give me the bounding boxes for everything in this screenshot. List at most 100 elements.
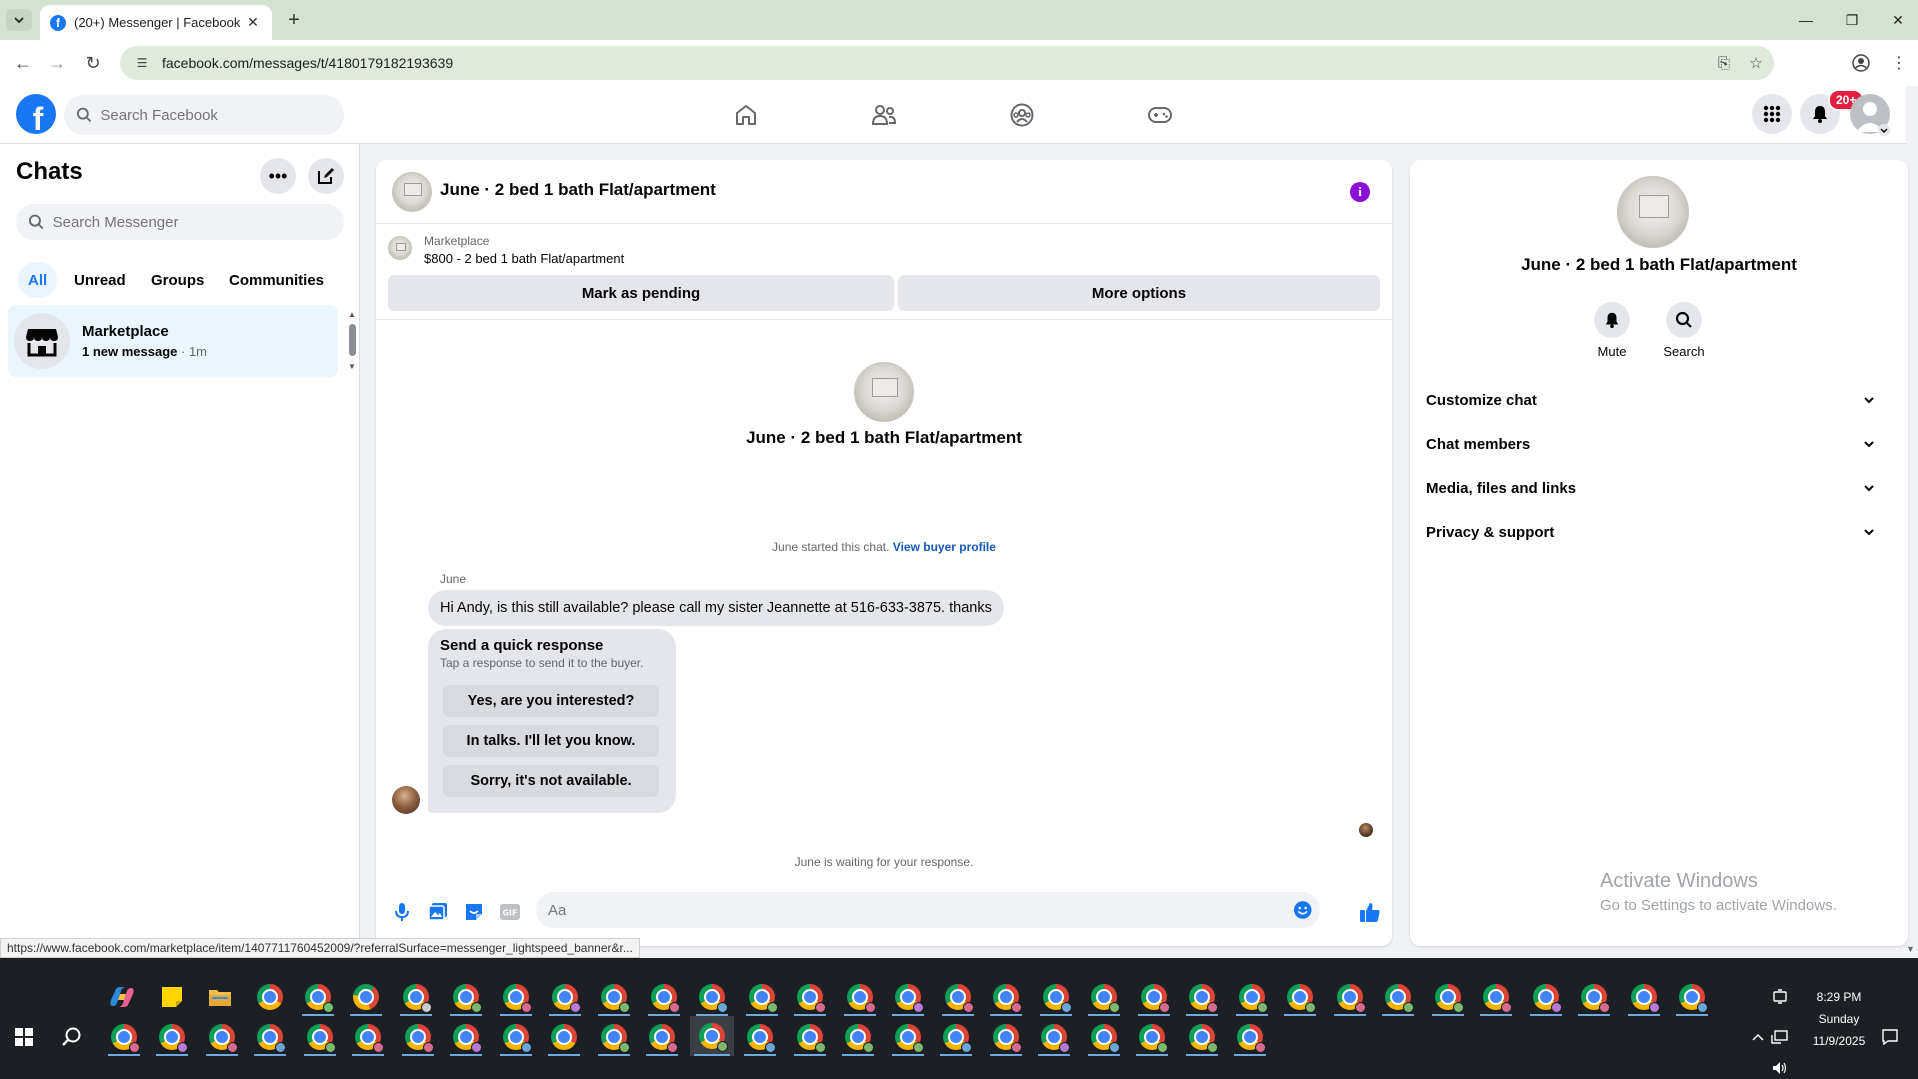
chrome-window-active-icon[interactable]	[690, 1016, 734, 1056]
new-message-button[interactable]	[308, 158, 344, 194]
media-files-links-section[interactable]: Media, files and links	[1426, 470, 1876, 506]
chrome-window-icon[interactable]	[496, 1018, 536, 1056]
conversation-info-icon[interactable]: i	[1350, 182, 1370, 202]
chat-members-section[interactable]: Chat members	[1426, 426, 1876, 462]
chrome-window-icon[interactable]	[742, 978, 782, 1016]
nav-home[interactable]	[716, 94, 776, 136]
customize-chat-section[interactable]: Customize chat	[1426, 382, 1876, 418]
listing-description[interactable]: $800 - 2 bed 1 bath Flat/apartment	[424, 251, 624, 266]
facebook-logo-icon[interactable]: f	[16, 94, 56, 134]
chrome-app-alt-icon[interactable]	[346, 978, 386, 1016]
message-bubble[interactable]: Hi Andy, is this still available? please…	[428, 590, 1004, 626]
nav-gaming[interactable]	[1130, 94, 1190, 136]
chrome-window-icon[interactable]	[840, 978, 880, 1016]
forward-button[interactable]: →	[44, 51, 70, 75]
filter-communities[interactable]: Communities	[219, 262, 334, 298]
message-input[interactable]	[548, 901, 1293, 919]
omnibox[interactable]: ☰ facebook.com/messages/t/41801791821936…	[120, 46, 1774, 80]
chrome-window-icon[interactable]	[1378, 978, 1418, 1016]
chrome-window-icon[interactable]	[104, 1018, 144, 1056]
mark-as-pending-button[interactable]: Mark as pending	[388, 275, 894, 311]
chrome-window-icon[interactable]	[398, 1018, 438, 1056]
bookmark-star-icon[interactable]: ☆	[1742, 51, 1770, 75]
quick-response-not-available[interactable]: Sorry, it's not available.	[443, 765, 659, 797]
mute-action[interactable]: Mute	[1572, 302, 1652, 359]
chrome-window-icon[interactable]	[446, 978, 486, 1016]
filter-groups[interactable]: Groups	[141, 262, 214, 298]
back-button[interactable]: ←	[10, 51, 36, 75]
network-icon[interactable]	[1762, 1018, 1798, 1056]
listing-thumbnail[interactable]	[392, 172, 432, 212]
tray-device-icon[interactable]	[1762, 978, 1798, 1016]
chrome-window-icon[interactable]	[250, 1018, 290, 1056]
copilot-app-icon[interactable]	[102, 978, 142, 1016]
info-listing-avatar[interactable]	[1617, 176, 1689, 248]
reload-button[interactable]: ↻	[80, 51, 106, 75]
chrome-window-icon[interactable]	[1182, 1018, 1222, 1056]
like-button[interactable]	[1358, 900, 1382, 924]
taskbar-search-button[interactable]	[52, 1018, 92, 1056]
url-text[interactable]: facebook.com/messages/t/4180179182193639	[162, 55, 1710, 71]
chrome-window-icon[interactable]	[545, 978, 585, 1016]
quick-response-in-talks[interactable]: In talks. I'll let you know.	[443, 725, 659, 757]
nav-groups[interactable]	[992, 94, 1052, 136]
emoji-icon[interactable]	[1293, 900, 1312, 920]
chrome-window-icon[interactable]	[838, 1018, 878, 1056]
chrome-window-icon[interactable]	[300, 1018, 340, 1056]
chrome-profile-app-icon[interactable]	[298, 978, 338, 1016]
scroll-down-icon[interactable]: ▼	[348, 362, 356, 371]
chrome-window-icon[interactable]	[348, 1018, 388, 1056]
chrome-window-icon[interactable]	[936, 1018, 976, 1056]
chrome-window-icon[interactable]	[152, 1018, 192, 1056]
sticker-button[interactable]	[462, 900, 486, 924]
close-tab-icon[interactable]: ✕	[244, 14, 262, 31]
chrome-window-icon[interactable]	[1084, 978, 1124, 1016]
facebook-search-input[interactable]	[100, 106, 344, 124]
chrome-window-icon[interactable]	[938, 978, 978, 1016]
privacy-support-section[interactable]: Privacy & support	[1426, 514, 1876, 550]
install-app-icon[interactable]: ⎘	[1710, 51, 1738, 75]
chrome-window-icon[interactable]	[594, 978, 634, 1016]
chrome-window-icon[interactable]	[692, 978, 732, 1016]
chrome-window-icon[interactable]	[1624, 978, 1664, 1016]
chrome-window-icon[interactable]	[1034, 1018, 1074, 1056]
conversation-title[interactable]: June · 2 bed 1 bath Flat/apartment	[440, 180, 716, 200]
chrome-window-icon[interactable]	[1084, 1018, 1124, 1056]
mute-button[interactable]	[1594, 302, 1630, 338]
close-window-button[interactable]: ✕	[1878, 8, 1918, 32]
account-chevron-icon[interactable]	[1878, 124, 1890, 136]
new-tab-button[interactable]: +	[282, 8, 306, 32]
chrome-window-icon[interactable]	[1036, 978, 1076, 1016]
chrome-window-icon[interactable]	[1232, 978, 1272, 1016]
chrome-window-icon[interactable]	[790, 1018, 830, 1056]
chrome-window-icon[interactable]	[544, 1018, 584, 1056]
chrome-window-icon[interactable]	[446, 1018, 486, 1056]
messenger-search-input[interactable]	[52, 213, 344, 231]
search-action[interactable]: Search	[1644, 302, 1724, 359]
chat-options-button[interactable]: •••	[260, 158, 296, 194]
chat-list-item[interactable]: Marketplace 1 new message · 1m	[8, 305, 338, 377]
file-explorer-app-icon[interactable]	[200, 978, 240, 1016]
search-in-chat-button[interactable]	[1666, 302, 1702, 338]
chrome-window-icon[interactable]	[496, 978, 536, 1016]
sender-avatar[interactable]	[392, 786, 420, 814]
chrome-window-icon[interactable]	[1230, 1018, 1270, 1056]
chrome-window-icon[interactable]	[1132, 1018, 1172, 1056]
view-buyer-profile-link[interactable]: View buyer profile	[893, 540, 996, 554]
restore-window-button[interactable]: ❐	[1832, 8, 1872, 32]
tab-search-button[interactable]	[6, 9, 32, 31]
scroll-up-icon[interactable]: ▲	[348, 310, 356, 319]
chrome-window-icon[interactable]	[1280, 978, 1320, 1016]
site-info-icon[interactable]: ☰	[134, 55, 150, 71]
chrome-window-icon[interactable]	[1134, 978, 1174, 1016]
gif-button[interactable]: GIF	[498, 900, 522, 924]
browser-tab-messenger[interactable]: f (20+) Messenger | Facebook ✕	[40, 5, 272, 40]
chrome-app-icon[interactable]	[250, 978, 290, 1016]
chrome-window-icon[interactable]	[644, 978, 684, 1016]
chrome-window-icon[interactable]	[1476, 978, 1516, 1016]
listing-thumbnail-small[interactable]	[388, 236, 412, 260]
chrome-window-icon[interactable]	[986, 978, 1026, 1016]
chat-list-scrollbar[interactable]: ▲ ▼	[348, 310, 356, 371]
filter-all[interactable]: All	[18, 262, 58, 298]
chrome-window-icon[interactable]	[1526, 978, 1566, 1016]
